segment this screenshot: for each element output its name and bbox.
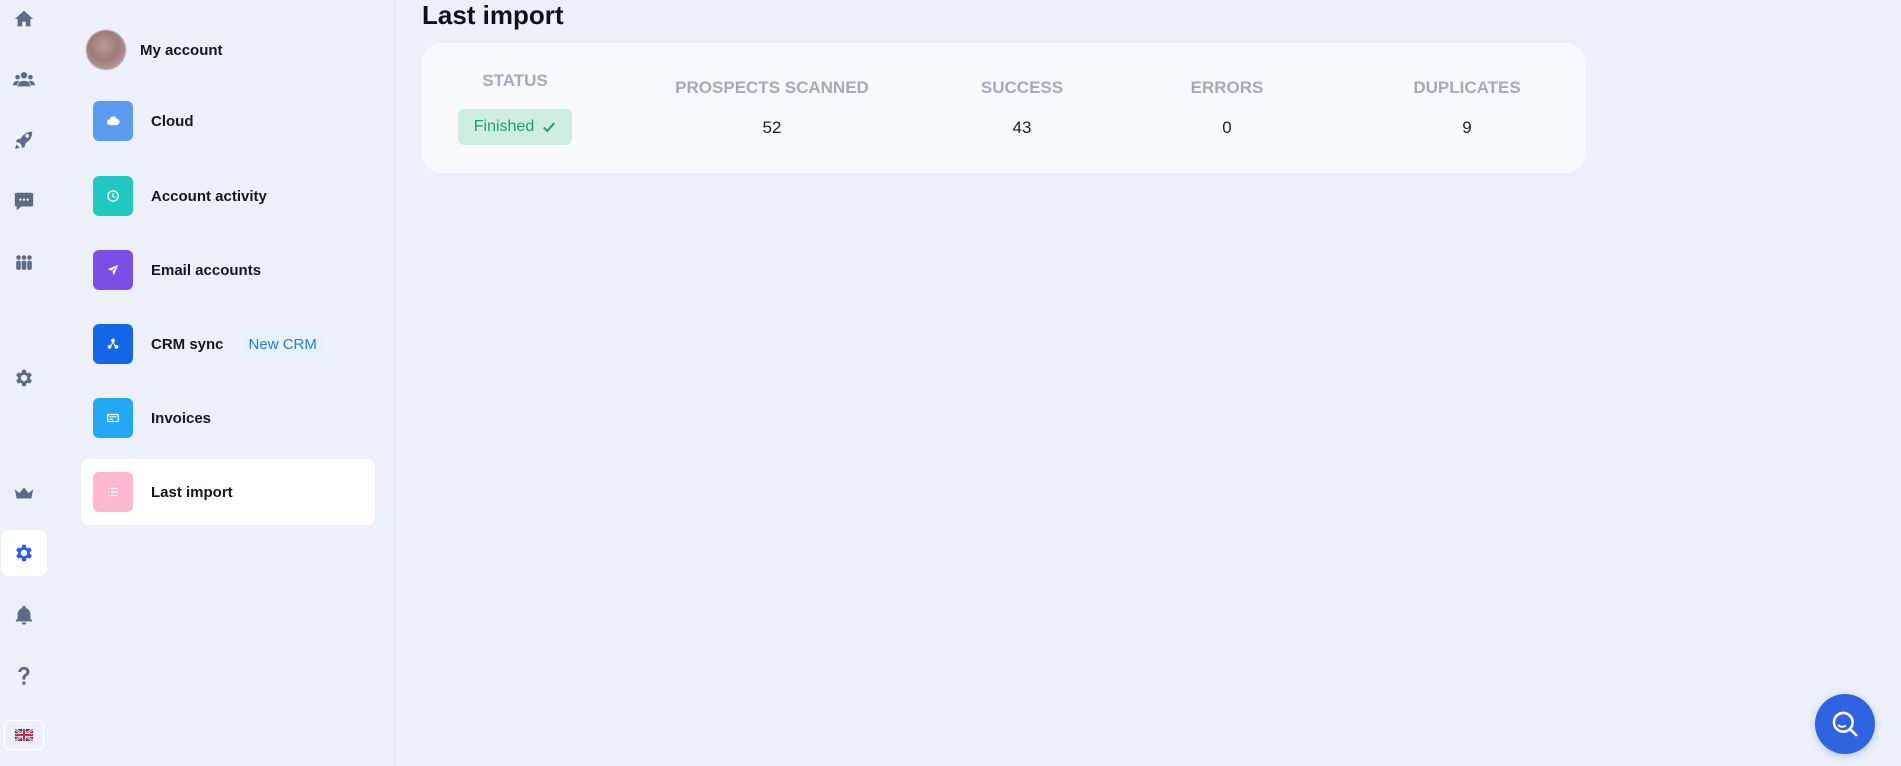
language-selector[interactable] (4, 720, 44, 750)
duplicates-column-header: DUPLICATES (1413, 78, 1521, 97)
search-icon (1832, 711, 1858, 737)
duplicates-value: 9 (1462, 118, 1472, 137)
menu-item-email-accounts[interactable]: Email accounts (81, 237, 375, 303)
menu-item-label: CRM sync (151, 335, 224, 353)
menu-item-last-import[interactable]: Last import (81, 459, 375, 525)
clock-icon (93, 176, 133, 216)
avatar (86, 30, 126, 70)
cloud-icon (93, 101, 133, 141)
success-value: 43 (1012, 118, 1032, 137)
menu-item-label: Account activity (151, 187, 267, 205)
help-icon[interactable] (1, 653, 47, 699)
invoice-icon (93, 398, 133, 438)
menu-item-invoices[interactable]: Invoices (81, 385, 375, 451)
errors-column-header: ERRORS (1190, 78, 1264, 97)
menu-item-label: My account (140, 41, 223, 59)
prospects-scanned-value: 52 (762, 118, 782, 137)
main-content: Last import STATUS PROSPECTS SCANNED SUC… (396, 0, 1901, 766)
menu-item-label: Invoices (151, 409, 212, 427)
icon-rail (0, 0, 48, 766)
success-column-header: SUCCESS (980, 78, 1064, 97)
new-crm-badge[interactable]: New CRM (241, 332, 324, 356)
contacts-icon[interactable] (1, 56, 47, 102)
menu-item-my-account[interactable]: My account (81, 17, 375, 83)
status-badge: Finished (458, 109, 572, 145)
uk-flag-icon (15, 729, 33, 741)
menu-item-cloud[interactable]: Cloud (81, 88, 375, 154)
prospects-scanned-column-header: PROSPECTS SCANNED (675, 78, 869, 97)
campaigns-rocket-icon[interactable] (1, 117, 47, 163)
menu-item-crm-sync[interactable]: CRM sync New CRM (81, 311, 375, 377)
search-help-button[interactable] (1815, 694, 1875, 754)
status-text: Finished (473, 118, 535, 135)
send-icon (93, 250, 133, 290)
last-import-card: STATUS PROSPECTS SCANNED SUCCESS ERRORS … (422, 43, 1585, 173)
check-icon (543, 122, 556, 133)
account-settings-icon[interactable] (1, 530, 47, 576)
menu-item-label: Last import (151, 483, 233, 501)
menu-item-account-activity[interactable]: Account activity (81, 163, 375, 229)
settings-menu: My account Cloud Account activity Email … (48, 0, 395, 766)
plan-crown-icon[interactable] (1, 470, 47, 516)
home-icon[interactable] (1, 0, 47, 42)
team-icon[interactable] (1, 240, 47, 286)
messages-icon[interactable] (1, 178, 47, 224)
crm-sync-icon (93, 324, 133, 364)
menu-item-label: Cloud (151, 112, 194, 130)
settings-icon[interactable] (1, 355, 47, 401)
list-icon (93, 472, 133, 512)
notifications-bell-icon[interactable] (1, 592, 47, 638)
status-column-header: STATUS (482, 71, 548, 90)
errors-value: 0 (1222, 118, 1232, 137)
app-root: My account Cloud Account activity Email … (0, 0, 1901, 766)
page-title: Last import (422, 0, 564, 30)
menu-item-label: Email accounts (151, 261, 262, 279)
